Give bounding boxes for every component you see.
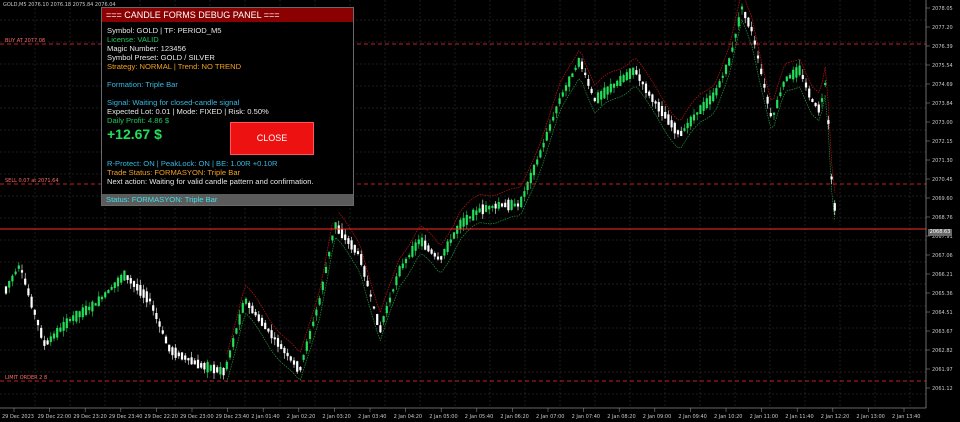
time-tick-label: 2 Jan 04:20	[394, 414, 422, 420]
time-tick-label: 29 Dec 22:20	[144, 414, 178, 420]
profit-value: +12.67 $	[107, 126, 162, 142]
price-tick-label: 2073.84	[932, 101, 953, 107]
time-tick-label: 2 Jan 07:40	[572, 414, 600, 420]
price-tick-label: 2063.67	[932, 329, 953, 335]
price-tick-label: 2078.05	[932, 6, 953, 12]
lower-level-label: LIMIT ORDER 2 8	[5, 375, 48, 381]
time-tick-label: 29 Dec 22:00	[38, 414, 72, 420]
time-tick-label: 2 Jan 09:00	[643, 414, 671, 420]
price-tick-label: 2062.82	[932, 348, 953, 354]
price-tick-label: 2066.21	[932, 272, 953, 278]
time-tick-label: 2 Jan 09:40	[678, 414, 706, 420]
price-tick-label: 2077.20	[932, 25, 953, 31]
current-price-badge: 2068.63	[928, 229, 952, 236]
price-tick-label: 2069.60	[932, 196, 953, 202]
lot-line: Expected Lot: 0.01 | Mode: FIXED | Risk:…	[107, 107, 269, 116]
daily-profit-line: Daily Profit: 4.86 $	[107, 116, 170, 125]
time-tick-label: 2 Jan 03:40	[358, 414, 386, 420]
time-tick-label: 2 Jan 05:40	[465, 414, 493, 420]
price-tick-label: 2064.51	[932, 310, 953, 316]
time-tick-label: 29 Dec 23:40	[216, 414, 250, 420]
strategy-line: Strategy: NORMAL | Trend: NO TREND	[107, 62, 242, 71]
price-tick-label: 2065.36	[932, 291, 953, 297]
signal-line: Signal: Waiting for closed-candle signal	[107, 98, 240, 107]
protect-line: R-Protect: ON | PeakLock: ON | BE: 1.00R…	[107, 159, 278, 168]
time-tick-label: 29 Dec 2023	[2, 414, 34, 420]
debug-panel: === CANDLE FORMS DEBUG PANEL === Symbol:…	[101, 7, 354, 206]
price-tick-label: 2071.30	[932, 158, 953, 164]
magic-line: Magic Number: 123456	[107, 44, 186, 53]
price-tick-label: 2076.39	[932, 44, 953, 50]
license-line: License: VALID	[107, 35, 159, 44]
time-tick-label: 2 Jan 07:00	[536, 414, 564, 420]
time-tick-label: 2 Jan 08:20	[607, 414, 635, 420]
status-bar: Status: FORMASYON: Triple Bar	[102, 194, 353, 205]
time-tick-label: 29 Dec 23:20	[73, 414, 107, 420]
next-action-line: Next action: Waiting for valid candle pa…	[107, 177, 314, 186]
price-tick-label: 2068.76	[932, 215, 953, 221]
price-tick-label: 2070.45	[932, 177, 953, 183]
time-tick-label: 2 Jan 12:20	[821, 414, 849, 420]
symbol-line: Symbol: GOLD | TF: PERIOD_M5	[107, 26, 222, 35]
price-tick-label: 2067.06	[932, 253, 953, 259]
time-tick-label: 2 Jan 03:20	[322, 414, 350, 420]
time-tick-label: 2 Jan 11:00	[750, 414, 778, 420]
price-tick-label: 2061.12	[932, 386, 953, 392]
time-tick-label: 2 Jan 02:20	[287, 414, 315, 420]
time-tick-label: 2 Jan 01:40	[251, 414, 279, 420]
time-tick-label: 29 Dec 23:40	[109, 414, 143, 420]
price-tick-label: 2072.15	[932, 139, 953, 145]
price-tick-label: 2075.54	[932, 63, 953, 69]
chart-header: GOLD,M5 2076.10 2076.18 2075.84 2076.04	[3, 2, 116, 8]
time-tick-label: 29 Dec 23:00	[180, 414, 214, 420]
close-button[interactable]: CLOSE	[230, 122, 314, 155]
time-tick-label: 2 Jan 06:20	[500, 414, 528, 420]
preset-line: Symbol Preset: GOLD / SILVER	[107, 53, 215, 62]
time-tick-label: 2 Jan 05:00	[429, 414, 457, 420]
time-tick-label: 2 Jan 13:00	[856, 414, 884, 420]
price-tick-label: 2073.00	[932, 120, 953, 126]
price-tick-label: 2074.69	[932, 82, 953, 88]
trade-status-line: Trade Status: FORMASYON: Triple Bar	[107, 168, 241, 177]
price-tick-label: 2061.97	[932, 367, 953, 373]
sell-level-label: SELL 0.07 at 2071.64	[5, 178, 59, 184]
panel-title: === CANDLE FORMS DEBUG PANEL ===	[102, 8, 353, 22]
time-tick-label: 2 Jan 13:40	[892, 414, 920, 420]
formation-line: Formation: Triple Bar	[107, 80, 178, 89]
time-tick-label: 2 Jan 11:40	[785, 414, 813, 420]
time-tick-label: 2 Jan 10:20	[714, 414, 742, 420]
buy-level-label: BUY AT 2077.08	[5, 38, 46, 44]
